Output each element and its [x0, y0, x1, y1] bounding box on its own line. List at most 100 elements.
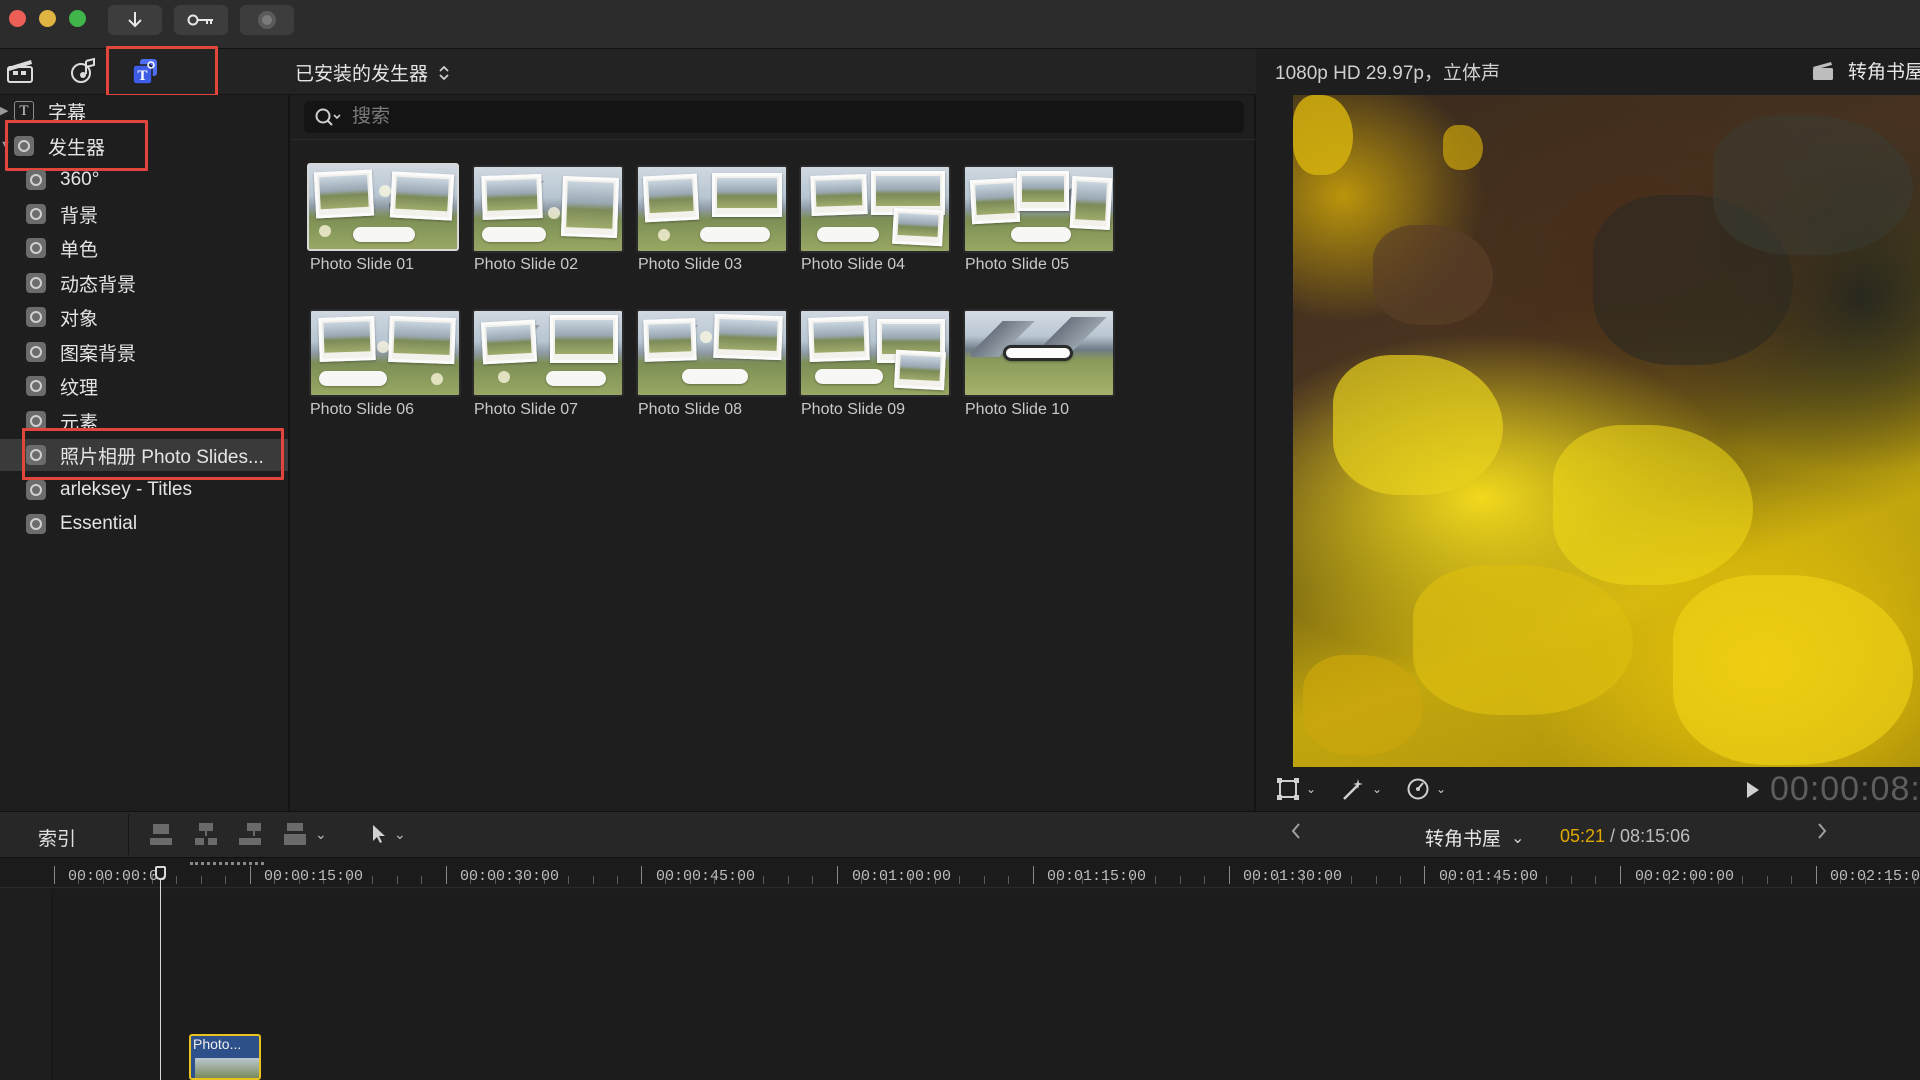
generator-thumbnail[interactable] — [799, 165, 951, 253]
timeline-forward-button[interactable] — [1816, 822, 1828, 846]
disclosure-expanded-icon[interactable]: ▼ — [0, 139, 11, 151]
ruler-label: 00:01:30:00 — [1243, 868, 1343, 885]
timeline-area[interactable] — [0, 889, 1920, 1080]
ruler-minor-tick — [959, 876, 960, 884]
ruler-minor-tick — [763, 876, 764, 884]
generator-label: Photo Slide 02 — [474, 256, 579, 273]
sidebar-item-textures[interactable]: 纹理 — [0, 370, 288, 402]
ruler-minor-tick — [984, 876, 985, 884]
ruler-label: 00:01:00:00 — [852, 868, 952, 885]
chevron-down-icon: ⌄ — [1306, 782, 1317, 796]
generator-label: Photo Slide 03 — [638, 256, 743, 273]
sidebar-item-essential[interactable]: Essential — [0, 508, 288, 540]
minimize-window-button[interactable] — [39, 10, 56, 27]
project-name: 转角书屋 — [1425, 829, 1502, 850]
search-field[interactable] — [304, 101, 1244, 133]
sidebar-item-titles[interactable]: ▶ T 字幕 — [0, 95, 288, 127]
tool-select-button[interactable]: ⌄ — [370, 823, 406, 845]
generator-thumbnail[interactable] — [472, 165, 624, 253]
generator-icon — [26, 411, 46, 431]
titles-generators-icon: T — [132, 59, 157, 85]
clapperboard-icon — [1813, 61, 1833, 80]
ruler-minor-tick — [568, 876, 569, 884]
progress-circle-icon — [258, 11, 276, 29]
ruler-major-tick — [1620, 866, 1621, 884]
sidebar-item-elements[interactable]: 元素 — [0, 405, 288, 437]
sidebar-item-solids[interactable]: 单色 — [0, 232, 288, 264]
insert-clip-button[interactable] — [193, 821, 219, 847]
project-menu[interactable]: 转角书屋 ⌄ — [1425, 824, 1524, 851]
playhead-handle[interactable] — [155, 866, 166, 880]
generator-thumbnail[interactable] — [472, 309, 624, 397]
timeline-back-button[interactable] — [1290, 822, 1302, 846]
download-arrow-icon — [128, 12, 142, 28]
viewer-video[interactable] — [1293, 95, 1920, 767]
timeline-index-button[interactable]: 索引 — [38, 824, 76, 851]
generator-thumbnail[interactable] — [307, 163, 459, 251]
timeline-left-gutter — [0, 889, 52, 1080]
svg-text:T: T — [137, 68, 147, 84]
chevron-right-icon — [1818, 823, 1827, 839]
key-icon — [187, 14, 213, 26]
sidebar-item-generators[interactable]: ▼ 发生器 — [0, 130, 288, 162]
photos-audio-tab[interactable] — [63, 56, 103, 86]
ruler-label: 00:00:30:00 — [460, 868, 560, 885]
ruler-label: 00:02:15:00 — [1830, 868, 1920, 885]
generator-thumbnail[interactable] — [636, 165, 788, 253]
sidebar-item-animated-backgrounds[interactable]: 动态背景 — [0, 267, 288, 299]
sidebar-item-label: arleksey - Titles — [60, 479, 192, 500]
chevron-down-icon: ⌄ — [1511, 829, 1525, 847]
sidebar-item-label: 发生器 — [48, 137, 106, 159]
generator-thumbnail[interactable] — [309, 309, 461, 397]
search-icon — [315, 108, 341, 126]
generator-label: Photo Slide 04 — [801, 256, 906, 273]
overwrite-clip-button[interactable] — [282, 821, 308, 847]
generator-thumbnail[interactable] — [963, 309, 1115, 397]
generator-label: Photo Slide 09 — [801, 401, 906, 418]
sidebar-item-label: 360° — [60, 169, 100, 190]
search-input[interactable] — [352, 106, 1232, 128]
titles-generators-tab[interactable]: T — [125, 56, 165, 86]
viewer-timecode: 00:00:08:1 — [1770, 770, 1920, 808]
sidebar-item-objects[interactable]: 对象 — [0, 301, 288, 333]
generator-thumbnail[interactable] — [636, 309, 788, 397]
chevron-down-icon[interactable]: ⌄ — [315, 826, 327, 843]
play-button[interactable] — [1745, 780, 1761, 805]
playhead[interactable] — [160, 866, 161, 1080]
generator-thumbnail[interactable] — [963, 165, 1115, 253]
background-tasks-button[interactable] — [240, 5, 294, 35]
insert-clip-icon — [195, 823, 217, 845]
disclosure-collapsed-icon[interactable]: ▶ — [0, 104, 8, 117]
viewer-format: 1080p HD 29.97p，立体声 — [1275, 63, 1500, 84]
generator-icon — [26, 307, 46, 327]
viewer-library[interactable]: 转角书屋 — [1812, 57, 1920, 84]
close-window-button[interactable] — [9, 10, 26, 27]
sidebar-item-photo-slides[interactable]: 照片相册 Photo Slides... — [0, 439, 288, 471]
window-toolbar — [0, 0, 1920, 49]
ruler-major-tick — [1424, 866, 1425, 884]
append-clip-button[interactable] — [237, 821, 263, 847]
transform-menu-button[interactable]: ⌄ — [1276, 777, 1316, 801]
generator-thumbnail[interactable] — [799, 309, 951, 397]
keywords-button[interactable] — [174, 5, 228, 35]
ruler-label: 00:01:45:00 — [1439, 868, 1539, 885]
generator-icon — [14, 136, 34, 156]
sidebar-item-pattern-backgrounds[interactable]: 图案背景 — [0, 336, 288, 368]
sidebar-item-backgrounds[interactable]: 背景 — [0, 198, 288, 230]
sidebar-item-label: 动态背景 — [60, 274, 137, 296]
libraries-tab[interactable] — [0, 56, 40, 86]
sidebar-item-arleksey-titles[interactable]: arleksey - Titles — [0, 474, 288, 506]
divider — [292, 139, 1256, 140]
ruler-label: 00:00:45:00 — [656, 868, 756, 885]
sidebar-item-label: 背景 — [60, 205, 99, 227]
sidebar-item-360[interactable]: 360° — [0, 164, 288, 196]
sidebar-item-label: 照片相册 Photo Slides... — [60, 446, 264, 468]
overwrite-clip-icon — [284, 823, 306, 845]
import-button[interactable] — [108, 5, 162, 35]
zoom-window-button[interactable] — [69, 10, 86, 27]
retime-menu-button[interactable]: ⌄ — [1406, 777, 1446, 801]
connect-clip-button[interactable] — [148, 821, 174, 847]
project-duration: 05:21 / 08:15:06 — [1560, 826, 1690, 847]
generators-header[interactable]: 已安装的发生器 — [295, 59, 450, 86]
enhance-menu-button[interactable]: ⌄ — [1340, 777, 1382, 801]
